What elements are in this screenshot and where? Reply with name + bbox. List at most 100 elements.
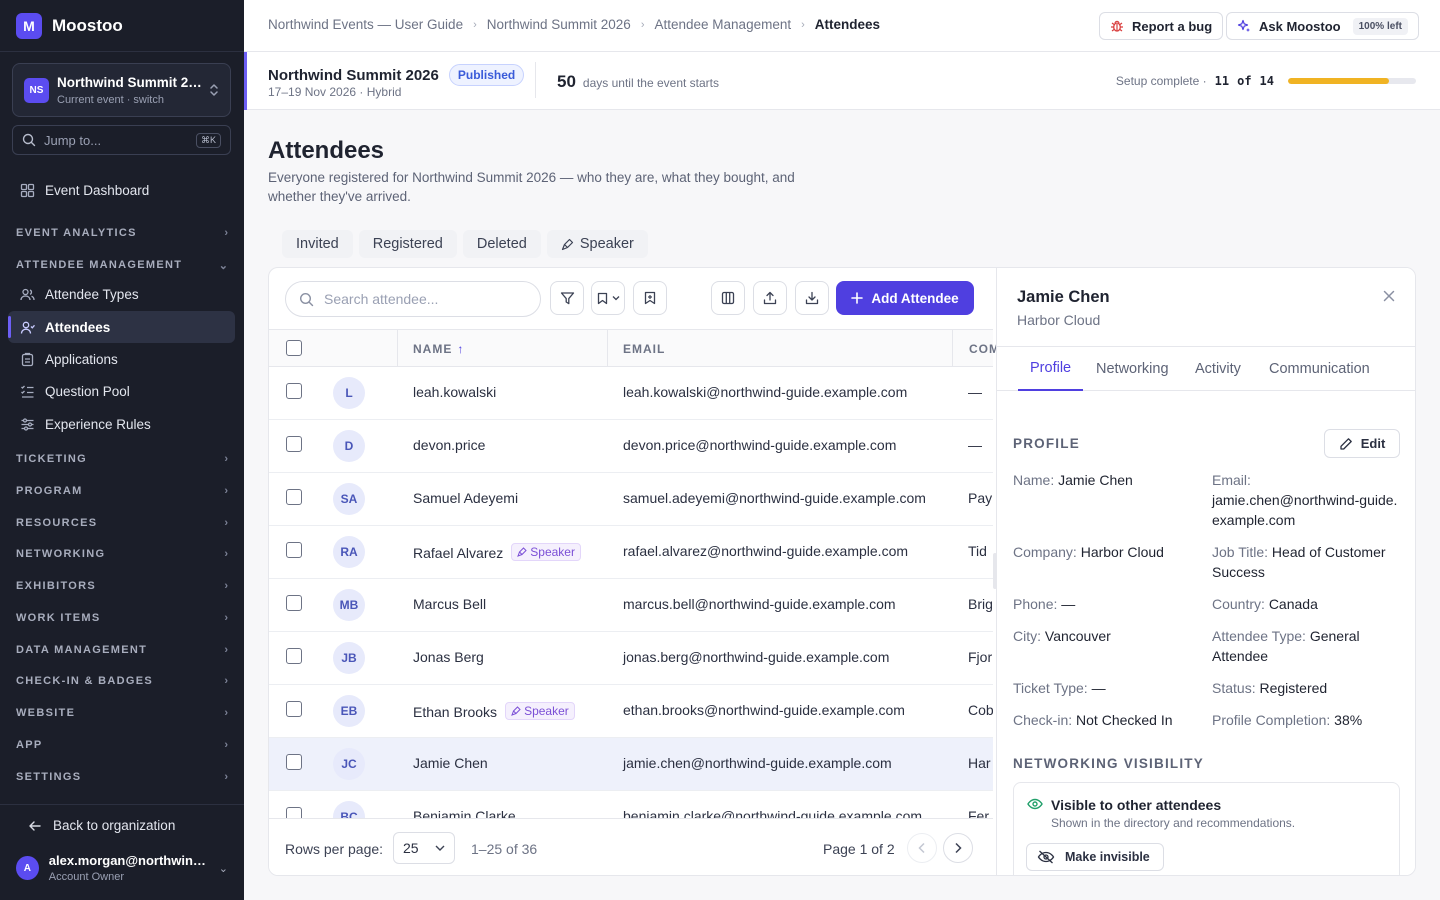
tab-profile[interactable]: Profile bbox=[1018, 347, 1084, 391]
nav-question-pool[interactable]: Question Pool bbox=[8, 375, 235, 407]
table-row[interactable]: SA Samuel Adeyemi samuel.adeyemi@northwind… bbox=[269, 473, 993, 526]
section-attendee-management[interactable]: ATTENDEE MANAGEMENT ⌄ bbox=[16, 255, 228, 275]
chevron-right-icon: › bbox=[224, 707, 228, 719]
section-data-management[interactable]: DATA MANAGEMENT › bbox=[16, 640, 228, 660]
row-checkbox[interactable] bbox=[286, 383, 302, 399]
section-settings[interactable]: SETTINGS › bbox=[16, 767, 228, 787]
previous-page-button[interactable] bbox=[907, 833, 937, 863]
nav-event-dashboard[interactable]: Event Dashboard bbox=[8, 174, 235, 206]
section-checkin-badges[interactable]: CHECK-IN & BADGES › bbox=[16, 671, 228, 691]
add-attendee-button[interactable]: Add Attendee bbox=[836, 281, 974, 315]
tab-speaker[interactable]: Speaker bbox=[546, 230, 648, 258]
section-networking[interactable]: NETWORKING › bbox=[16, 544, 228, 564]
nav-experience-rules[interactable]: Experience Rules bbox=[8, 408, 235, 440]
table-row[interactable]: RA Rafael Alvarez Speaker rafael.alvarez@no… bbox=[269, 526, 993, 579]
tab-invited[interactable]: Invited bbox=[282, 230, 353, 258]
row-checkbox[interactable] bbox=[286, 542, 302, 558]
table-row[interactable]: BC Benjamin Clarke benjamin.clarke@northwi… bbox=[269, 791, 993, 818]
section-ticketing[interactable]: TICKETING › bbox=[16, 449, 228, 469]
cell-name[interactable]: Ethan Brooks Speaker bbox=[413, 702, 575, 720]
tab-activity[interactable]: Activity bbox=[1195, 347, 1241, 390]
row-checkbox[interactable] bbox=[286, 701, 302, 717]
columns-button[interactable] bbox=[711, 281, 745, 315]
row-checkbox[interactable] bbox=[286, 754, 302, 770]
cell-name[interactable]: devon.price bbox=[413, 437, 485, 453]
section-work-items[interactable]: WORK ITEMS › bbox=[16, 608, 228, 628]
field-key: Profile Completion: bbox=[1212, 712, 1331, 728]
breadcrumb-item[interactable]: Northwind Events — User Guide bbox=[268, 17, 463, 32]
save-view-button[interactable] bbox=[633, 281, 667, 315]
cell-name[interactable]: leah.kowalski bbox=[413, 384, 496, 400]
user-icon bbox=[20, 320, 35, 335]
saved-views-dropdown[interactable] bbox=[591, 281, 625, 315]
export-button[interactable] bbox=[753, 281, 787, 315]
table-row[interactable]: MB Marcus Bell marcus.bell@northwind-guide… bbox=[269, 579, 993, 632]
jump-to-input[interactable]: Jump to... ⌘K bbox=[12, 125, 231, 155]
setup-progress[interactable]: Setup complete · 11 of 14 bbox=[1116, 74, 1416, 88]
panel-resize-handle[interactable] bbox=[993, 553, 997, 589]
chevron-right-icon: › bbox=[224, 485, 228, 497]
section-app[interactable]: APP › bbox=[16, 735, 228, 755]
attendee-name: leah.kowalski bbox=[413, 384, 497, 400]
back-to-organization-link[interactable]: Back to organization bbox=[28, 818, 175, 833]
tab-registered[interactable]: Registered bbox=[358, 230, 457, 258]
cell-name[interactable]: Jamie Chen bbox=[413, 755, 488, 771]
nav-applications[interactable]: Applications bbox=[8, 343, 235, 375]
section-resources[interactable]: RESOURCES › bbox=[16, 513, 228, 533]
section-label: EVENT ANALYTICS bbox=[16, 227, 137, 239]
filter-button[interactable] bbox=[550, 281, 584, 315]
row-checkbox[interactable] bbox=[286, 489, 302, 505]
cell-name[interactable]: Samuel Adeyemi bbox=[413, 490, 518, 506]
table-row[interactable]: Ddevon.price devon.price@northwind-guide.… bbox=[269, 420, 993, 473]
cell-name[interactable]: Rafael Alvarez Speaker bbox=[413, 543, 581, 561]
edit-profile-button[interactable]: Edit bbox=[1324, 429, 1400, 458]
cell-name[interactable]: Jonas Berg bbox=[413, 649, 484, 665]
select-all-checkbox[interactable] bbox=[286, 340, 302, 356]
column-header-email[interactable]: EMAIL bbox=[623, 330, 665, 367]
cell-name[interactable]: Benjamin Clarke bbox=[413, 808, 516, 818]
section-program[interactable]: PROGRAM › bbox=[16, 481, 228, 501]
section-website[interactable]: WEBSITE › bbox=[16, 703, 228, 723]
table-row[interactable]: EB Ethan Brooks Speaker ethan.brooks@northw… bbox=[269, 685, 993, 738]
user-menu[interactable]: A alex.morgan@northwind-events.example.c… bbox=[16, 853, 228, 883]
credits-badge: 100% left bbox=[1352, 17, 1408, 35]
table-row[interactable]: JB Jonas Berg jonas.berg@northwind-guide.e… bbox=[269, 632, 993, 685]
section-event-analytics[interactable]: EVENT ANALYTICS › bbox=[16, 223, 228, 243]
setup-done: 11 bbox=[1214, 74, 1230, 88]
section-label: CHECK-IN & BADGES bbox=[16, 675, 153, 687]
tab-networking[interactable]: Networking bbox=[1096, 347, 1169, 390]
column-header-name[interactable]: NAME ↑ bbox=[413, 330, 463, 367]
make-invisible-button[interactable]: Make invisible bbox=[1026, 843, 1164, 871]
tab-communication[interactable]: Communication bbox=[1269, 347, 1370, 390]
breadcrumb-item[interactable]: Attendee Management bbox=[655, 17, 792, 32]
cell-email: samuel.adeyemi@northwind-guide.example.c… bbox=[623, 490, 926, 506]
close-icon[interactable] bbox=[1383, 290, 1395, 302]
ask-moostoo-button[interactable]: Ask Moostoo 100% left bbox=[1226, 12, 1419, 40]
cell-company: Brig bbox=[968, 596, 993, 612]
nav-attendees[interactable]: Attendees bbox=[8, 311, 235, 343]
table-row[interactable]: JC Jamie Chen jamie.chen@northwind-guide.e… bbox=[269, 738, 993, 791]
event-switcher[interactable]: NS Northwind Summit 2026 Current event ·… bbox=[12, 63, 231, 117]
report-bug-button[interactable]: Report a bug bbox=[1099, 12, 1224, 40]
speaker-tag-label: Speaker bbox=[530, 545, 575, 559]
tab-deleted[interactable]: Deleted bbox=[462, 230, 541, 258]
row-checkbox[interactable] bbox=[286, 807, 302, 818]
pagination: Rows per page: 25 1–25 of 36 Page 1 of 2 bbox=[269, 818, 993, 875]
avatar: L bbox=[333, 377, 365, 409]
row-checkbox[interactable] bbox=[286, 595, 302, 611]
table-row[interactable]: Lleah.kowalski leah.kowalski@northwind-gu… bbox=[269, 367, 993, 420]
brand[interactable]: M Moostoo bbox=[16, 12, 123, 40]
tab-label: Profile bbox=[1030, 360, 1072, 376]
row-checkbox[interactable] bbox=[286, 436, 302, 452]
section-exhibitors[interactable]: EXHIBITORS › bbox=[16, 576, 228, 596]
breadcrumb-item[interactable]: Northwind Summit 2026 bbox=[487, 17, 631, 32]
cell-name[interactable]: Marcus Bell bbox=[413, 596, 486, 612]
row-checkbox[interactable] bbox=[286, 648, 302, 664]
section-label: WORK ITEMS bbox=[16, 612, 101, 624]
rows-per-page-select[interactable]: 25 bbox=[393, 832, 455, 864]
search-attendee-input[interactable]: Search attendee... bbox=[285, 281, 541, 317]
next-page-button[interactable] bbox=[943, 833, 973, 863]
nav-attendee-types[interactable]: Attendee Types bbox=[8, 278, 235, 310]
section-label: PROGRAM bbox=[16, 485, 83, 497]
import-button[interactable] bbox=[795, 281, 829, 315]
